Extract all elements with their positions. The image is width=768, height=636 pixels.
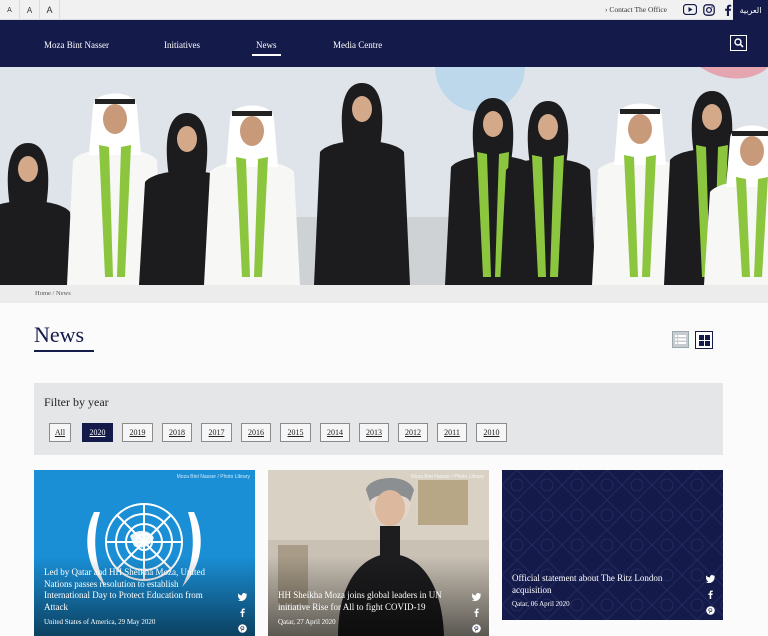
share-icons: [706, 574, 715, 615]
search-button[interactable]: [730, 35, 747, 51]
page-title: News: [34, 322, 85, 347]
pinterest-icon[interactable]: [706, 606, 715, 615]
face: [103, 104, 127, 134]
year-filter-2011[interactable]: 2011: [437, 423, 467, 442]
nav-item-moza-bint-nasser[interactable]: Moza Bint Nasser: [44, 40, 109, 50]
year-filter-all[interactable]: All: [49, 423, 71, 442]
breadcrumb-bar: Home / News: [0, 285, 768, 303]
nav-item-media-centre[interactable]: Media Centre: [333, 40, 382, 50]
face: [352, 96, 372, 122]
agal: [232, 111, 272, 116]
instagram-icon[interactable]: [701, 2, 716, 17]
nav-item-news[interactable]: News: [252, 40, 280, 56]
share-icons: [472, 592, 481, 633]
font-size-controls: A A A: [0, 0, 60, 20]
year-filter-2018[interactable]: 2018: [162, 423, 192, 442]
twitter-icon[interactable]: [238, 592, 247, 601]
person-body: [314, 140, 410, 285]
card-meta: Qatar, 06 April 2020: [512, 600, 570, 608]
year-filter-2016[interactable]: 2016: [241, 423, 271, 442]
year-filter-2015[interactable]: 2015: [280, 423, 311, 442]
face: [483, 111, 503, 137]
list-view-button[interactable]: [672, 331, 689, 348]
utility-bar: A A A › Contact The Office العربية: [0, 0, 768, 20]
card-meta: United States of America, 29 May 2020: [44, 618, 156, 626]
card-title[interactable]: HH Sheikha Moza joins global leaders in …: [278, 590, 458, 613]
face: [628, 114, 652, 144]
face: [740, 136, 764, 166]
language-switch-arabic[interactable]: العربية: [733, 0, 768, 20]
year-filter-2020[interactable]: 2020: [82, 423, 113, 442]
pinterest-icon[interactable]: [472, 624, 481, 633]
facebook-share-icon[interactable]: [706, 590, 715, 599]
news-card[interactable]: Moza Bint Nasser / Photo Library Led by …: [34, 470, 255, 636]
face: [538, 114, 558, 140]
font-size-small-button[interactable]: A: [0, 0, 20, 20]
face: [177, 126, 197, 152]
twitter-icon[interactable]: [472, 592, 481, 601]
grid-view-button[interactable]: [695, 331, 713, 349]
card-title[interactable]: Led by Qatar and HH Sheikha Moza, United…: [44, 567, 224, 613]
news-card[interactable]: Moza Bint Nasser / Photo Library HH Shei…: [268, 470, 489, 636]
face: [240, 116, 264, 146]
font-size-medium-button[interactable]: A: [20, 0, 40, 20]
person-body: [0, 200, 76, 285]
person-body: [500, 158, 596, 285]
face: [702, 104, 722, 130]
photo-credit: Moza Bint Nasser / Photo Library: [410, 474, 484, 480]
agal: [95, 99, 135, 104]
social-links: [682, 2, 735, 17]
pinterest-icon[interactable]: [238, 624, 247, 633]
year-filter-2012[interactable]: 2012: [398, 423, 428, 442]
main-navigation: Moza Bint Nasser Initiatives News Media …: [0, 20, 768, 67]
grid-view-icon: [698, 334, 710, 346]
news-card[interactable]: Official statement about The Ritz London…: [502, 470, 723, 620]
person-body: [204, 160, 300, 285]
card-meta: Qatar, 27 April 2020: [278, 618, 336, 626]
breadcrumb[interactable]: Home / News: [35, 290, 71, 297]
photo-credit: Moza Bint Nasser / Photo Library: [176, 474, 250, 480]
facebook-share-icon[interactable]: [472, 608, 481, 617]
facebook-share-icon[interactable]: [238, 608, 247, 617]
youtube-icon[interactable]: [682, 2, 697, 17]
pattern-background: [502, 470, 723, 620]
agal: [732, 131, 768, 136]
year-filter-2010[interactable]: 2010: [476, 423, 507, 442]
contact-office-link[interactable]: › Contact The Office: [605, 5, 667, 14]
title-underline: [34, 350, 94, 352]
year-filter-2017[interactable]: 2017: [201, 423, 232, 442]
year-filter-2019[interactable]: 2019: [122, 423, 153, 442]
year-filter-2013[interactable]: 2013: [359, 423, 389, 442]
share-icons: [238, 592, 247, 633]
filter-title: Filter by year: [44, 395, 109, 409]
year-filter-panel: Filter by year All 2020 2019 2018 2017 2…: [34, 383, 723, 455]
nav-item-initiatives[interactable]: Initiatives: [164, 40, 200, 50]
hero-image: [0, 67, 768, 285]
list-view-icon: [675, 335, 686, 344]
face: [18, 156, 38, 182]
agal: [620, 109, 660, 114]
twitter-icon[interactable]: [706, 574, 715, 583]
search-icon: [733, 38, 744, 48]
year-filter-2014[interactable]: 2014: [320, 423, 350, 442]
font-size-large-button[interactable]: A: [40, 0, 60, 20]
card-title[interactable]: Official statement about The Ritz London…: [512, 573, 692, 596]
